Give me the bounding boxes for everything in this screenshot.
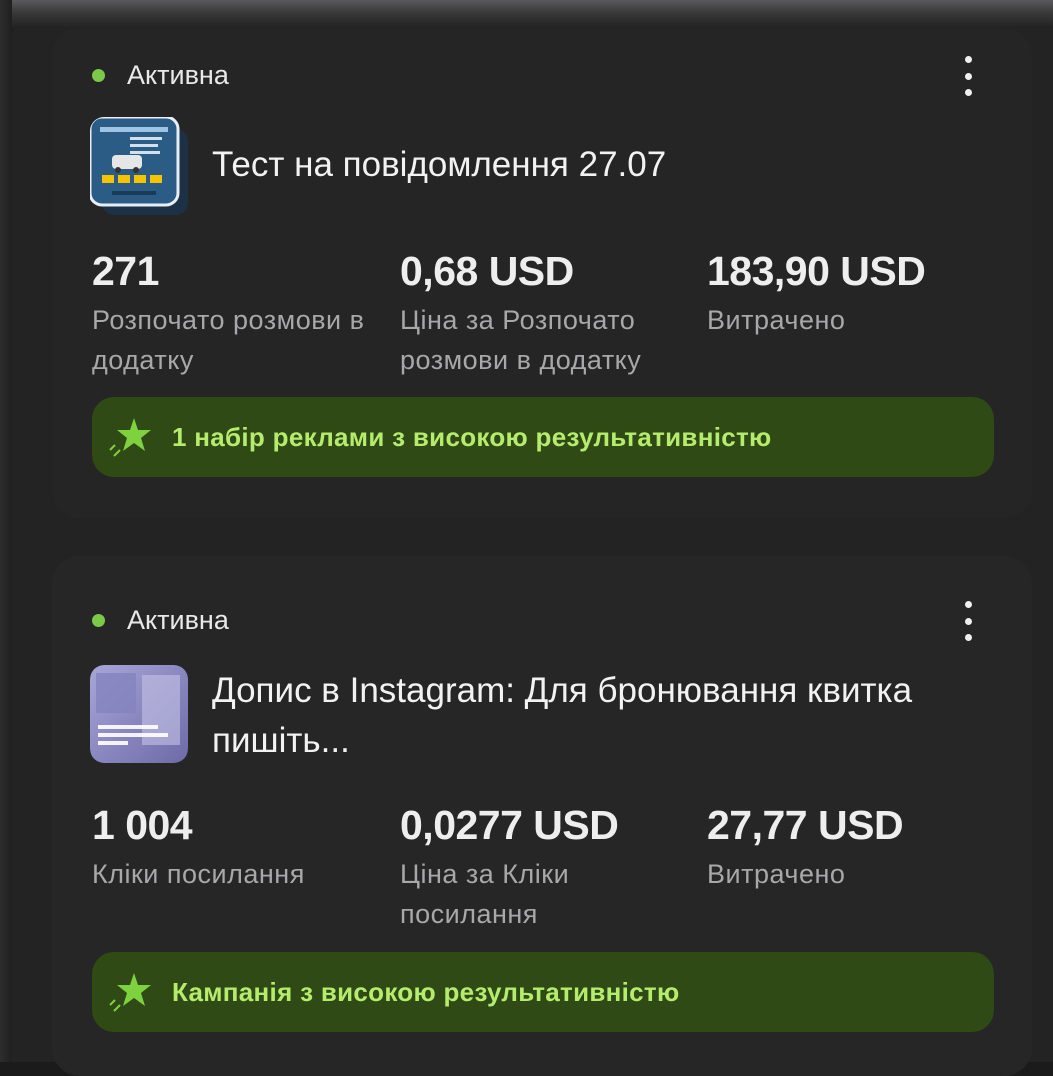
status-dot-icon (92, 613, 105, 627)
more-vertical-icon (964, 56, 972, 63)
more-options-button[interactable] (952, 601, 984, 641)
metric-value: 0,0277 USD (400, 802, 619, 848)
metric-results: 1 004 Кліки посилання (92, 800, 392, 894)
metric-results: 271 Розпочато розмови в додатку (92, 246, 392, 380)
campaign-title[interactable]: Допис в Instagram: Для бронювання квитка… (212, 666, 972, 766)
more-vertical-icon (964, 601, 972, 608)
metric-value: 27,77 USD (707, 802, 904, 848)
campaign-title[interactable]: Тест на повідомлення 27.07 (212, 140, 972, 190)
metric-cost-per-result: 0,68 USD Ціна за Розпочато розмови в дод… (400, 246, 700, 380)
metric-value: 1 004 (92, 802, 193, 848)
metric-spent: 27,77 USD Витрачено (707, 800, 1007, 894)
status-dot-icon (92, 68, 105, 82)
window-top-edge (0, 0, 1053, 30)
metric-label: Розпочато розмови в додатку (92, 305, 365, 375)
metric-label: Кліки посилання (92, 859, 305, 889)
metric-value: 0,68 USD (400, 248, 574, 294)
metric-label: Витрачено (707, 305, 846, 335)
metric-spent: 183,90 USD Витрачено (707, 246, 1007, 340)
more-options-button[interactable] (952, 56, 984, 96)
banner-label: Кампанія з високою результативністю (172, 976, 680, 1007)
campaign-thumbnail (90, 665, 188, 763)
window-left-edge (0, 0, 12, 1062)
metric-label: Ціна за Розпочато розмови в додатку (400, 305, 642, 375)
banner-label: 1 набір реклами з високою результативніс… (172, 421, 772, 452)
metric-value: 271 (92, 248, 159, 294)
campaign-status: Активна (92, 60, 229, 90)
performance-banner[interactable]: Кампанія з високою результативністю (92, 952, 994, 1032)
metric-cost-per-result: 0,0277 USD Ціна за Кліки посилання (400, 800, 680, 934)
status-label: Активна (127, 59, 229, 90)
status-label: Активна (127, 604, 229, 635)
metric-label: Ціна за Кліки посилання (400, 859, 570, 929)
metric-value: 183,90 USD (707, 248, 926, 294)
sparkle-star-icon (109, 973, 151, 1012)
sparkle-star-icon (109, 418, 151, 457)
performance-banner[interactable]: 1 набір реклами з високою результативніс… (92, 397, 994, 477)
metric-label: Витрачено (707, 859, 846, 889)
campaign-thumbnail (90, 117, 190, 217)
campaign-status: Активна (92, 605, 229, 635)
